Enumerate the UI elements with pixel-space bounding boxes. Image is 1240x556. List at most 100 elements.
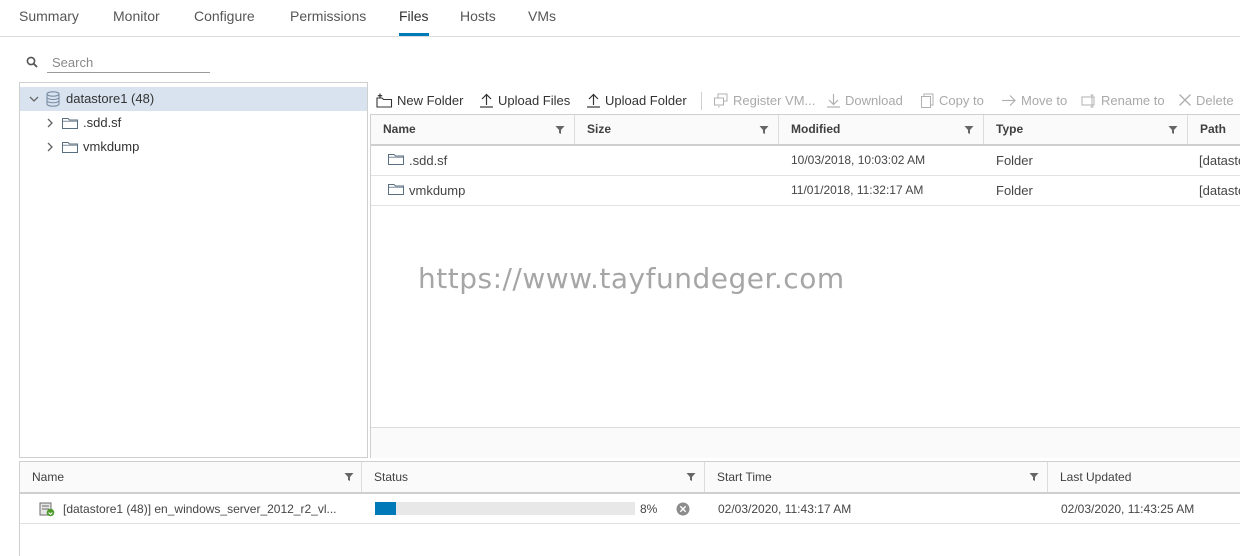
register-vm-label: Register VM...: [733, 92, 816, 108]
folder-icon: [62, 142, 78, 153]
register-vm-icon: [714, 93, 728, 107]
column-label: Type: [996, 122, 1024, 136]
tree-item-vmkdump[interactable]: vmkdump: [20, 135, 367, 159]
tree-item-sdd-sf[interactable]: .sdd.sf: [20, 111, 367, 135]
filter-icon[interactable]: [1029, 472, 1039, 482]
cell-name: vmkdump: [409, 183, 466, 198]
column-header-start-time[interactable]: Start Time: [705, 462, 1048, 492]
upload-folder-label: Upload Folder: [605, 92, 687, 108]
delete-button[interactable]: Delete: [1178, 90, 1234, 110]
column-label: Path: [1200, 122, 1227, 136]
folder-icon: [388, 184, 404, 195]
task-start-time: 02/03/2020, 11:43:17 AM: [718, 502, 852, 516]
cell-type: Folder: [996, 153, 1033, 168]
task-last-updated: 02/03/2020, 11:43:25 AM: [1061, 502, 1195, 516]
tab-bar: Summary Monitor Configure Permissions Fi…: [0, 0, 1240, 37]
toolbar-divider: [701, 92, 702, 110]
cell-type: Folder: [996, 183, 1033, 198]
upload-files-button[interactable]: Upload Files: [479, 90, 570, 110]
upload-folder-button[interactable]: Upload Folder: [586, 90, 687, 110]
tab-hosts[interactable]: Hosts: [460, 8, 496, 36]
tab-monitor[interactable]: Monitor: [113, 8, 160, 36]
arrow-right-icon: [1002, 94, 1016, 106]
folder-icon: [62, 118, 78, 129]
datastore-tree: datastore1 (48) .sdd.sf vmkdump: [19, 82, 368, 458]
chevron-right-icon[interactable]: [45, 118, 55, 128]
upload-task-icon: [39, 502, 55, 517]
search-input[interactable]: [47, 52, 210, 73]
column-label: Status: [374, 470, 409, 484]
filter-icon[interactable]: [344, 472, 354, 482]
folder-icon: [388, 154, 404, 165]
filter-icon[interactable]: [1168, 125, 1178, 135]
filter-icon[interactable]: [686, 472, 696, 482]
copy-to-label: Copy to: [939, 92, 984, 108]
grid-header: Name Size Modified Type Path: [371, 115, 1240, 146]
copy-to-button[interactable]: Copy to: [920, 90, 984, 110]
progress-percent: 8%: [640, 502, 658, 516]
filter-icon[interactable]: [759, 125, 769, 135]
cancel-task-icon[interactable]: [676, 502, 690, 516]
chevron-down-icon[interactable]: [29, 94, 39, 104]
tab-permissions[interactable]: Permissions: [290, 8, 366, 36]
column-label: Name: [32, 470, 65, 484]
tab-summary[interactable]: Summary: [19, 8, 79, 36]
column-label: Modified: [791, 122, 841, 136]
cell-modified: 11/01/2018, 11:32:17 AM: [791, 183, 924, 197]
column-header-task-name[interactable]: Name: [20, 462, 362, 492]
close-icon: [1179, 94, 1191, 106]
column-label: Start Time: [717, 470, 772, 484]
progress-bar-fill: [375, 502, 396, 515]
download-button[interactable]: Download: [826, 90, 903, 110]
rename-icon: [1081, 94, 1095, 107]
new-folder-icon: [376, 93, 393, 108]
chevron-right-icon[interactable]: [45, 142, 55, 152]
column-header-status[interactable]: Status: [362, 462, 705, 492]
delete-label: Delete: [1196, 92, 1234, 108]
column-header-path[interactable]: Path: [1188, 115, 1240, 144]
task-name[interactable]: [datastore1 (48)] en_windows_server_2012…: [63, 502, 337, 516]
column-header-modified[interactable]: Modified: [779, 115, 984, 144]
grid-footer: [371, 427, 1240, 458]
move-to-button[interactable]: Move to: [1001, 90, 1067, 110]
upload-files-label: Upload Files: [498, 92, 571, 108]
column-header-name[interactable]: Name: [371, 115, 575, 144]
copy-icon: [921, 93, 934, 108]
tasks-header: Name Status Start Time Last Updated: [20, 462, 1240, 494]
new-folder-label: New Folder: [397, 92, 464, 108]
new-folder-button[interactable]: New Folder: [376, 90, 463, 110]
move-to-label: Move to: [1021, 92, 1068, 108]
search-icon: [26, 56, 38, 68]
tree-item-datastore1[interactable]: datastore1 (48): [20, 87, 367, 111]
recent-tasks-panel: Name Status Start Time Last Updated [dat…: [19, 461, 1240, 556]
tree-item-label: .sdd.sf: [83, 115, 122, 130]
column-header-last-updated[interactable]: Last Updated: [1048, 462, 1240, 492]
register-vm-button[interactable]: Register VM...: [713, 90, 815, 110]
filter-icon[interactable]: [555, 125, 565, 135]
tab-vms[interactable]: VMs: [528, 8, 556, 36]
column-label: Size: [587, 122, 612, 136]
filter-icon[interactable]: [964, 125, 974, 135]
tree-item-label: datastore1 (48): [66, 91, 155, 106]
task-row[interactable]: [datastore1 (48)] en_windows_server_2012…: [20, 494, 1240, 524]
file-toolbar: New Folder Upload Files Upload Folder Re…: [370, 86, 1240, 114]
column-header-type[interactable]: Type: [984, 115, 1188, 144]
cell-path: [datasto: [1199, 153, 1240, 168]
datastore-files-view: Summary Monitor Configure Permissions Fi…: [0, 0, 1240, 556]
download-label: Download: [845, 92, 903, 108]
upload-icon: [480, 93, 493, 108]
table-row[interactable]: vmkdump 11/01/2018, 11:32:17 AM Folder […: [371, 176, 1240, 206]
tab-configure[interactable]: Configure: [194, 8, 255, 36]
tab-files[interactable]: Files: [399, 8, 429, 36]
cell-path: [datasto: [1199, 183, 1240, 198]
datastore-icon: [46, 91, 60, 107]
rename-to-label: Rename to: [1101, 92, 1165, 108]
cell-name: .sdd.sf: [409, 153, 448, 168]
cell-modified: 10/03/2018, 10:03:02 AM: [791, 153, 926, 167]
rename-to-button[interactable]: Rename to: [1081, 90, 1165, 110]
table-row[interactable]: .sdd.sf 10/03/2018, 10:03:02 AM Folder […: [371, 146, 1240, 176]
column-label: Last Updated: [1060, 470, 1132, 484]
column-header-size[interactable]: Size: [575, 115, 779, 144]
download-icon: [827, 93, 840, 108]
watermark-text: https://www.tayfundeger.com: [418, 262, 845, 295]
